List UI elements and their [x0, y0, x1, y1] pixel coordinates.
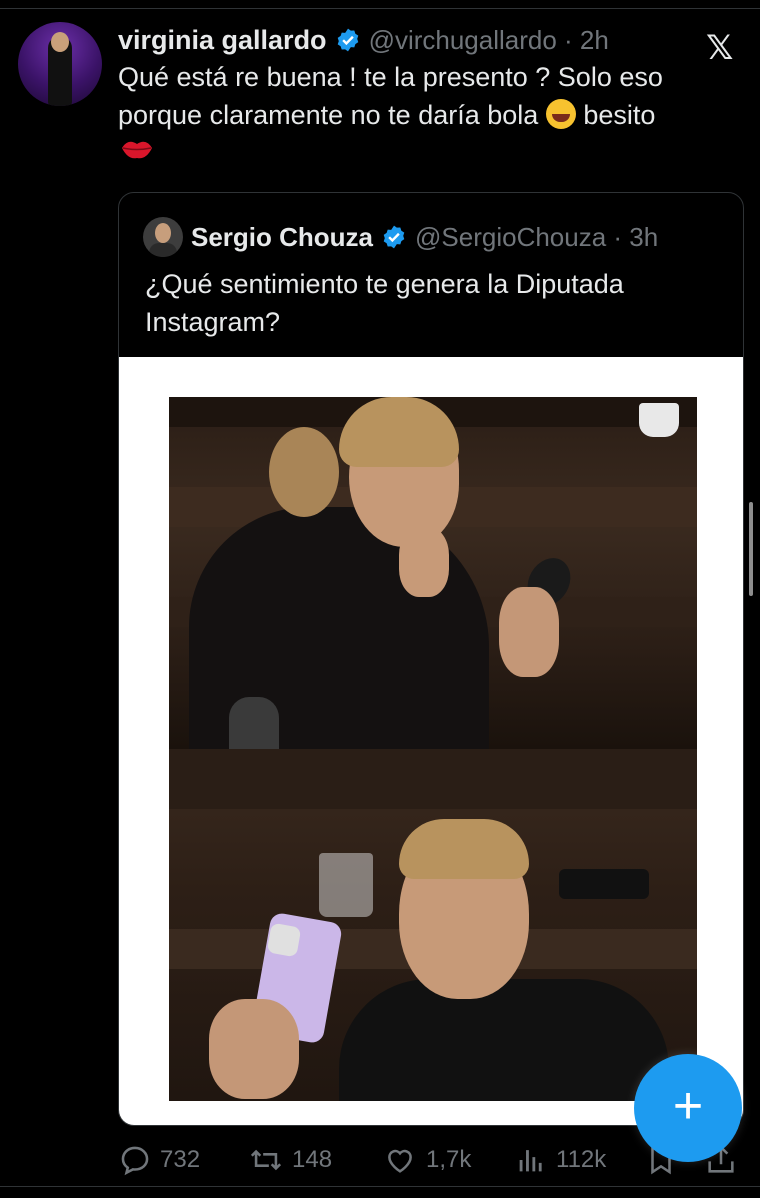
like-button[interactable]: 1,7k [382, 1140, 471, 1180]
heart-icon [388, 1149, 412, 1173]
author-avatar[interactable] [18, 22, 102, 106]
verified-badge-icon [383, 225, 405, 249]
compose-post-button[interactable]: + [634, 1054, 742, 1162]
like-count: 1,7k [426, 1146, 472, 1173]
tweet-text: Qué está re buena ! te la presento ? Sol… [118, 58, 728, 134]
quoted-author-avatar[interactable] [143, 217, 183, 257]
photo-woman-applying-makeup[interactable] [169, 397, 697, 749]
reply-button[interactable]: 732 [118, 1140, 200, 1180]
top-divider [0, 0, 760, 9]
quoted-tweet-text: ¿Qué sentimiento te genera la Diputada I… [145, 269, 624, 337]
verified-badge-icon [337, 28, 358, 52]
bottom-divider [0, 1186, 760, 1187]
views-button[interactable]: 112k [514, 1140, 606, 1180]
quoted-author-name[interactable]: Sergio Chouza [191, 222, 373, 253]
author-name[interactable]: virginia gallardo [118, 25, 327, 56]
tweet-text-tail: besito [583, 100, 656, 130]
view-count: 112k [556, 1146, 607, 1173]
repost-count: 148 [292, 1146, 333, 1173]
reply-icon [121, 1146, 149, 1176]
quoted-author-handle-time[interactable]: @SergioChouza · 3h [415, 222, 658, 253]
rofl-emoji-icon [545, 99, 576, 129]
photo-woman-taking-selfie[interactable] [169, 749, 697, 1101]
tweet-text-main: Qué está re buena ! te la presento ? Sol… [118, 62, 663, 130]
scrollbar-thumb[interactable] [749, 502, 753, 596]
plus-icon: + [672, 1077, 704, 1135]
quoted-tweet-media[interactable] [119, 357, 743, 1125]
repost-button[interactable]: 148 [248, 1140, 332, 1180]
reply-count: 732 [160, 1146, 201, 1173]
quoted-tweet-header: Sergio Chouza @SergioChouza · 3h [191, 219, 658, 255]
author-handle-time[interactable]: @virchugallardo · 2h [369, 25, 609, 56]
tweet-header: virginia gallardo @virchugallardo · 2h [118, 22, 609, 58]
repost-icon [250, 1149, 282, 1171]
quoted-tweet[interactable]: Sergio Chouza @SergioChouza · 3h ¿Qué se… [118, 192, 744, 1126]
views-icon [519, 1150, 542, 1172]
kiss-mark-emoji-icon [122, 141, 152, 159]
